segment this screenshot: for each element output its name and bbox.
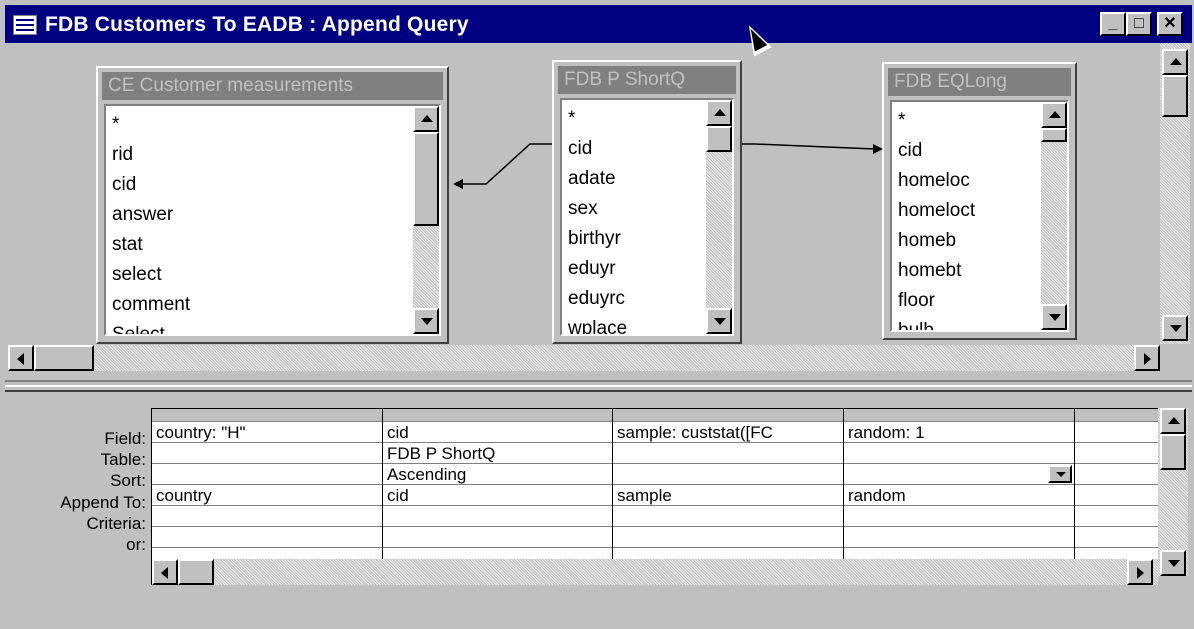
join-line-cid-eqlong (742, 143, 876, 150)
maximize-button[interactable]: □ (1126, 12, 1152, 36)
arrow-up-icon (1170, 58, 1182, 65)
cell-field[interactable]: cid (383, 422, 612, 443)
scroll-down-button[interactable] (1160, 550, 1186, 576)
cell-sort[interactable] (844, 464, 1074, 485)
grid-horizontal-scrollbar[interactable] (152, 559, 1158, 585)
cell-table[interactable] (844, 443, 1074, 464)
cell-criteria[interactable] (613, 506, 843, 527)
scroll-thumb[interactable] (178, 559, 214, 585)
cell-or[interactable] (613, 527, 843, 548)
cell-criteria[interactable] (383, 506, 612, 527)
query-icon (13, 15, 37, 35)
row-label-append-to: Append To: (60, 492, 146, 512)
query-design-window: FDB Customers To EADB : Append Query _ □… (0, 0, 1194, 629)
grid-vertical-scrollbar[interactable] (1158, 408, 1188, 576)
arrow-right-icon (1144, 353, 1151, 365)
scroll-down-button[interactable] (1162, 315, 1188, 341)
cell-table[interactable]: FDB P ShortQ (383, 443, 612, 464)
cell-table[interactable] (1075, 443, 1158, 464)
cell-table[interactable] (613, 443, 843, 464)
column-selector[interactable] (1075, 409, 1158, 422)
minimize-button[interactable]: _ (1100, 12, 1126, 36)
pane-horizontal-scrollbar[interactable] (8, 345, 1160, 371)
cell-append-to[interactable]: country (152, 485, 382, 506)
scroll-thumb[interactable] (34, 345, 94, 371)
join-arrow-eqlong (873, 144, 883, 154)
column-selector[interactable] (844, 409, 1074, 422)
scroll-left-button[interactable] (8, 345, 34, 371)
column-selector[interactable] (383, 409, 612, 422)
pane-vertical-scrollbar[interactable] (1160, 43, 1190, 344)
row-labels: Field: Table: Sort: Append To: Criteria:… (5, 428, 150, 555)
cell-sort[interactable]: Ascending (383, 464, 612, 485)
sort-dropdown-button[interactable] (1048, 465, 1072, 483)
row-label-criteria: Criteria: (86, 513, 146, 533)
title-bar[interactable]: FDB Customers To EADB : Append Query _ □… (5, 5, 1192, 43)
cell-sort[interactable] (1075, 464, 1158, 485)
arrow-down-icon (1168, 560, 1180, 567)
cell-sort[interactable] (152, 464, 382, 485)
column-selector[interactable] (152, 409, 382, 422)
row-label-sort: Sort: (110, 471, 146, 491)
cell-field[interactable]: random: 1 (844, 422, 1074, 443)
cell-criteria[interactable] (1075, 506, 1158, 527)
join-line-cid-ce (460, 143, 552, 185)
cell-criteria[interactable] (152, 506, 382, 527)
cell-field[interactable] (1075, 422, 1158, 443)
design-grid-pane: Field: Table: Sort: Append To: Criteria:… (5, 394, 1192, 627)
cell-table[interactable] (152, 443, 382, 464)
join-lines (453, 143, 883, 189)
cell-or[interactable] (1075, 527, 1158, 548)
cell-append-to[interactable]: random (844, 485, 1074, 506)
scroll-left-button[interactable] (152, 559, 178, 585)
minimize-icon: _ (1108, 15, 1118, 32)
cell-append-to[interactable]: sample (613, 485, 843, 506)
row-label-or: or: (126, 534, 146, 554)
window-title: FDB Customers To EADB : Append Query (45, 13, 469, 36)
cell-field[interactable]: country: "H" (152, 422, 382, 443)
maximize-icon: □ (1134, 15, 1144, 32)
join-arrow-ce (453, 179, 463, 189)
row-label-field: Field: (104, 429, 146, 448)
arrow-right-icon (1137, 567, 1144, 579)
cell-sort[interactable] (613, 464, 843, 485)
scroll-right-button[interactable] (1127, 559, 1153, 585)
cell-criteria[interactable] (844, 506, 1074, 527)
scroll-up-button[interactable] (1162, 49, 1188, 75)
column-selector[interactable] (613, 409, 843, 422)
table-pane[interactable]: CE Customer measurements * rid cid answe… (5, 43, 1192, 377)
arrow-left-icon (17, 353, 24, 365)
cell-or[interactable] (383, 527, 612, 548)
scroll-up-button[interactable] (1160, 408, 1186, 434)
close-button[interactable]: ✕ (1157, 12, 1183, 36)
pane-splitter[interactable] (5, 380, 1192, 392)
scroll-thumb[interactable] (1160, 434, 1186, 470)
query-design-grid[interactable]: country: "H" country cid FDB P ShortQ As… (151, 408, 1158, 585)
close-icon: ✕ (1163, 15, 1177, 32)
cell-append-to[interactable]: cid (383, 485, 612, 506)
cell-or[interactable] (152, 527, 382, 548)
cell-or[interactable] (844, 527, 1074, 548)
arrow-up-icon (1168, 417, 1180, 424)
scroll-right-button[interactable] (1134, 345, 1160, 371)
arrow-down-icon (1170, 325, 1182, 332)
cell-append-to[interactable] (1075, 485, 1158, 506)
cell-field[interactable]: sample: custstat([FC (613, 422, 843, 443)
row-label-table: Table: (100, 450, 146, 470)
scroll-thumb[interactable] (1162, 75, 1188, 117)
arrow-left-icon (161, 567, 168, 579)
